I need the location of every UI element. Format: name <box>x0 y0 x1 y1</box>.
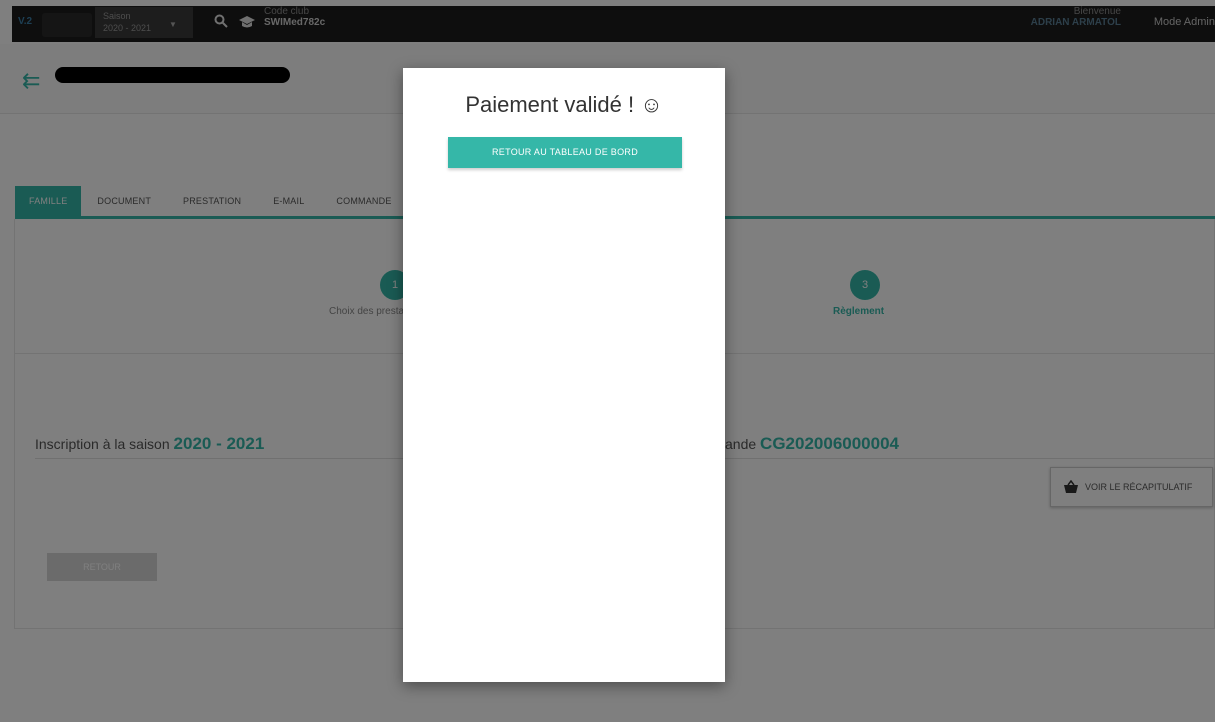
payment-success-modal: Paiement validé ! ☺ RETOUR AU TABLEAU DE… <box>403 68 725 682</box>
modal-title: Paiement validé ! ☺ <box>465 92 663 117</box>
back-to-dashboard-button[interactable]: RETOUR AU TABLEAU DE BORD <box>448 137 682 168</box>
